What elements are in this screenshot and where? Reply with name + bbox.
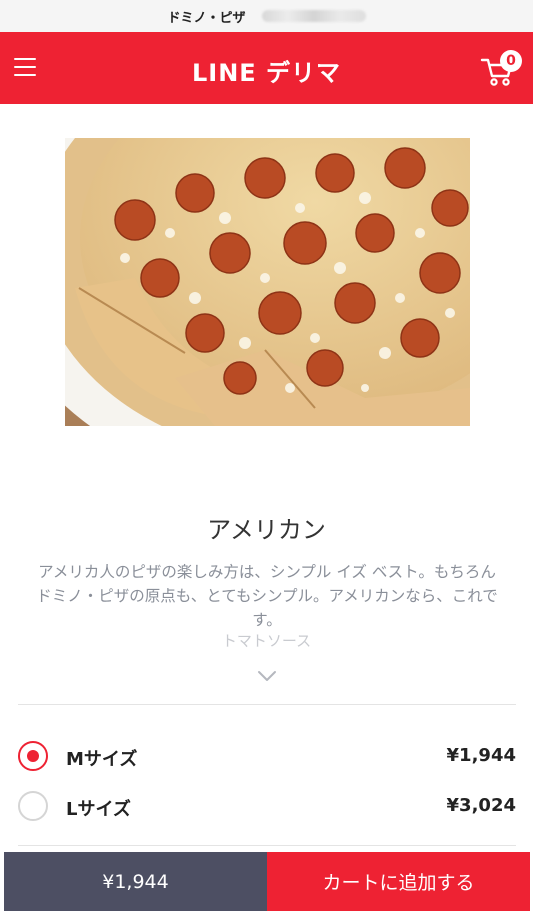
product-description: アメリカ人のピザの楽しみ方は、シンプル イズ ベスト。もちろんドミノ・ピザの原点… bbox=[36, 563, 498, 629]
footer-bar: ¥1,944 カートに追加する bbox=[4, 852, 530, 911]
expand-description-button[interactable] bbox=[256, 668, 278, 684]
size-option-m[interactable]: Mサイズ ¥1,944 bbox=[18, 737, 516, 777]
radio-selected-dot bbox=[27, 750, 39, 762]
radio-button[interactable] bbox=[18, 741, 48, 771]
browser-status-bar: ドミノ・ピザ bbox=[0, 0, 533, 33]
divider bbox=[18, 845, 516, 846]
size-price: ¥1,944 bbox=[446, 745, 516, 766]
total-price: ¥1,944 bbox=[4, 852, 267, 911]
size-label: Mサイズ bbox=[66, 749, 138, 770]
app-header: LINE デリマ 0 bbox=[0, 32, 533, 104]
size-option-l[interactable]: Lサイズ ¥3,024 bbox=[18, 787, 516, 827]
pepperoni-pizza-photo bbox=[65, 138, 470, 426]
chevron-down-icon bbox=[258, 671, 276, 681]
size-label: Lサイズ bbox=[66, 799, 131, 820]
size-price: ¥3,024 bbox=[446, 795, 516, 816]
brand-logo: LINE デリマ bbox=[191, 59, 342, 87]
product-sauce: トマトソース bbox=[221, 632, 312, 650]
product-name: アメリカン bbox=[207, 516, 326, 544]
cart-count-badge: 0 bbox=[500, 50, 522, 72]
site-title: ドミノ・ピザ bbox=[167, 10, 246, 26]
add-to-cart-button[interactable]: カートに追加する bbox=[267, 852, 530, 911]
radio-button[interactable] bbox=[18, 791, 48, 821]
divider bbox=[18, 704, 516, 705]
cart-button[interactable]: 0 bbox=[480, 50, 524, 94]
blurred-url bbox=[261, 10, 366, 22]
